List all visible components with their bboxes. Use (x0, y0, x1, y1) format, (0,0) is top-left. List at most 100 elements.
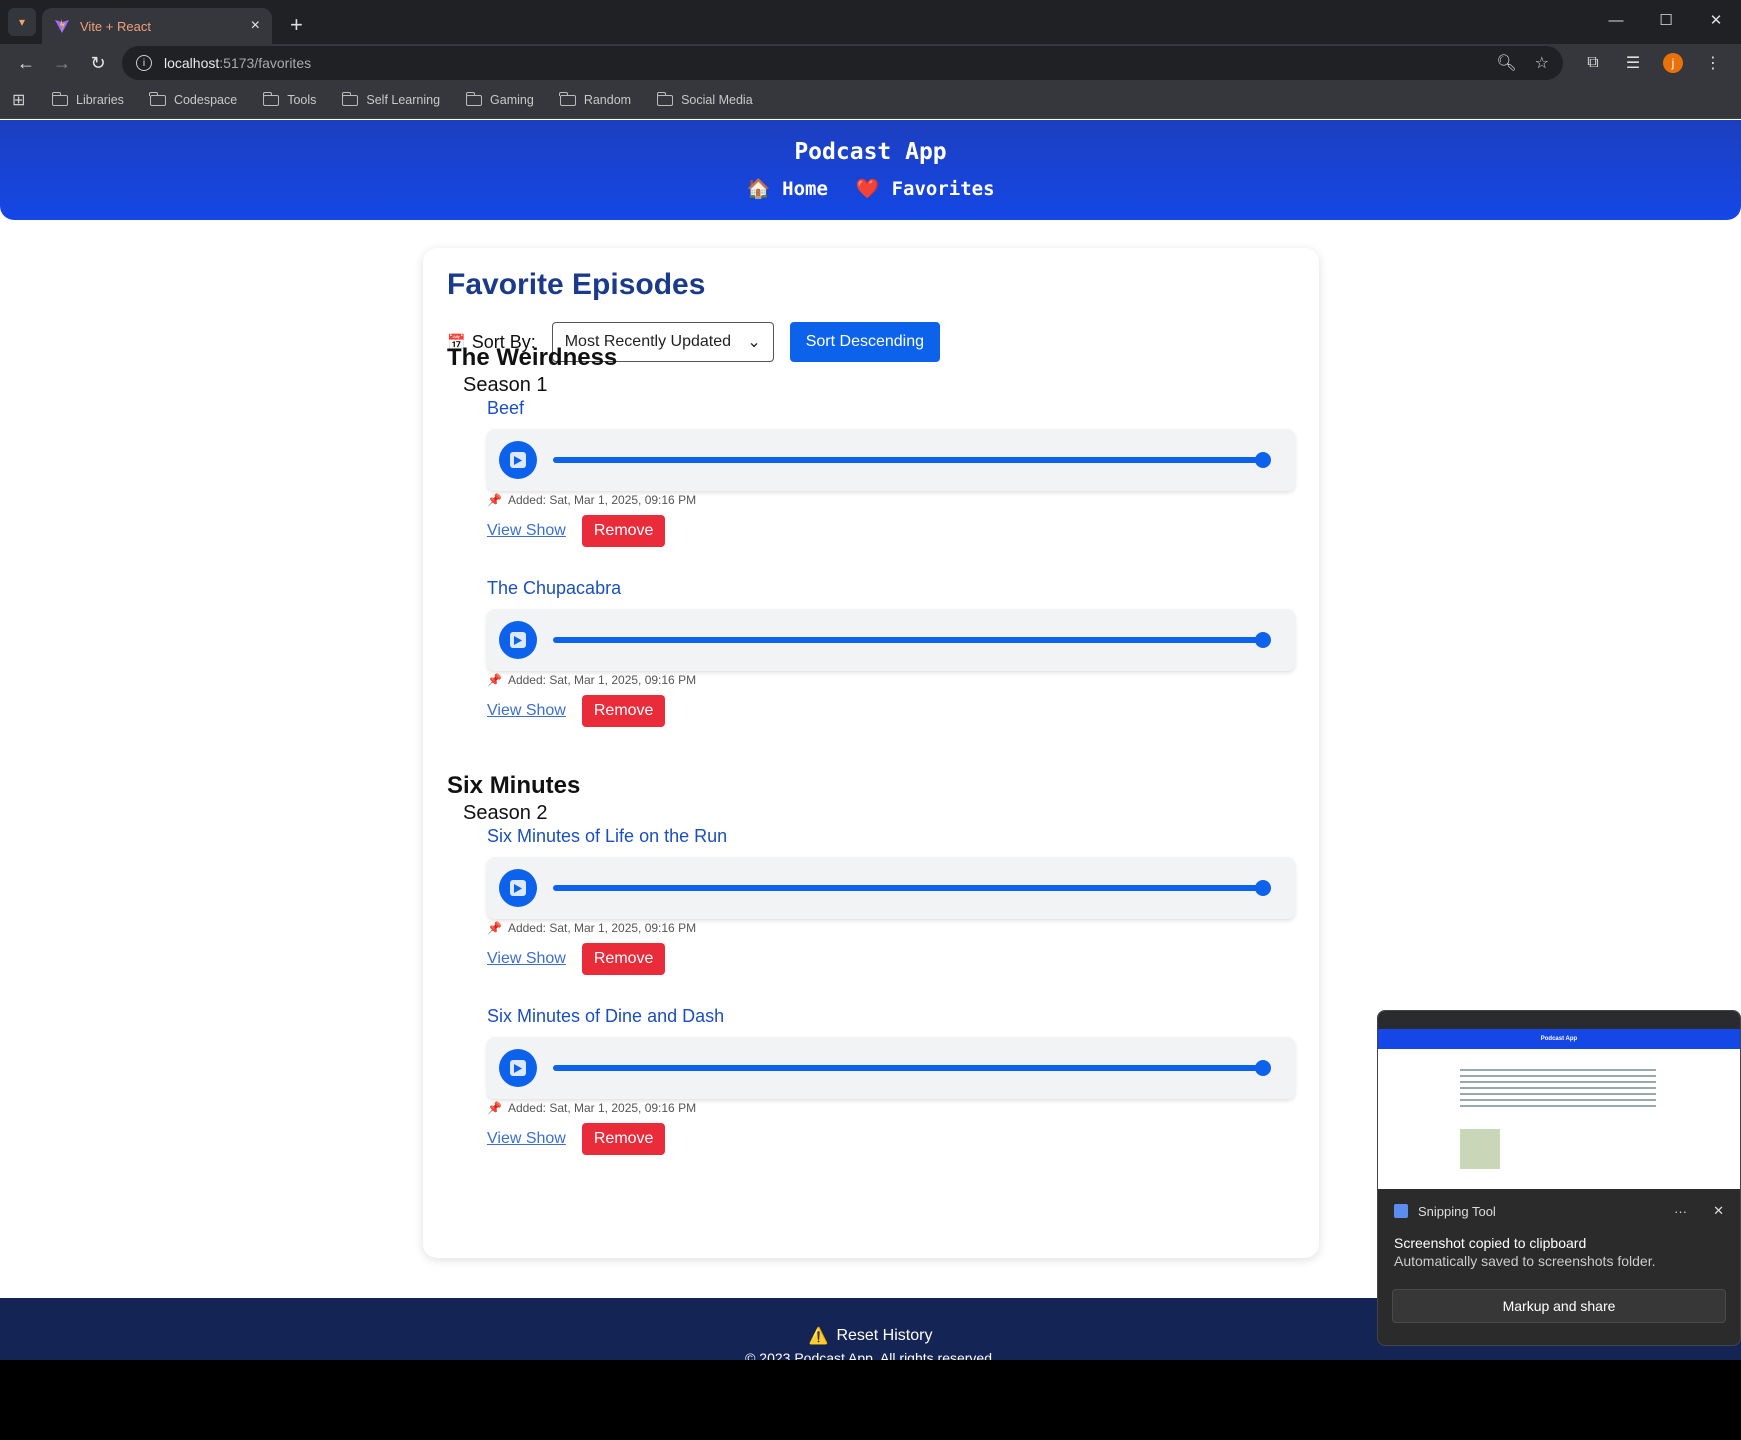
show-title: Six Minutes (447, 772, 581, 799)
bookmark-folder[interactable]: Libraries (51, 91, 124, 107)
bookmark-label: Social Media (681, 93, 753, 107)
tab-search-icon[interactable]: ▾ (8, 8, 36, 36)
tab-close-icon[interactable]: × (251, 17, 260, 35)
added-date: 📌 Added: Sat, Mar 1, 2025, 09:16 PM (487, 921, 696, 935)
profile-avatar[interactable]: j (1663, 53, 1683, 73)
show-title: The Weirdness (447, 344, 618, 371)
episode-title[interactable]: Six Minutes of Life on the Run (487, 826, 727, 847)
url-field[interactable]: i localhost :5173/favorites 🔍︎ ☆ (122, 46, 1563, 80)
close-icon[interactable]: ✕ (1713, 1203, 1724, 1219)
play-icon (510, 452, 526, 468)
bookmark-folder[interactable]: Codespace (149, 91, 238, 107)
season-title: Season 2 (463, 802, 548, 824)
zoom-icon[interactable]: 🔍︎ (1496, 53, 1516, 73)
nav-home[interactable]: 🏠 Home (746, 177, 827, 201)
bookmark-folder[interactable]: Tools (262, 91, 317, 107)
new-tab-button[interactable]: + (290, 12, 303, 38)
bookmark-folder[interactable]: Social Media (656, 91, 753, 107)
apps-grid-icon[interactable]: ⊞ (12, 90, 40, 110)
remove-button[interactable]: Remove (581, 943, 666, 975)
play-icon (510, 1060, 526, 1076)
close-window-icon[interactable]: ✕ (1691, 0, 1741, 40)
bookmark-folder[interactable]: Random (559, 91, 632, 107)
play-button[interactable] (499, 621, 537, 659)
more-options-icon[interactable]: ··· (1674, 1204, 1687, 1219)
remove-button[interactable]: Remove (581, 1123, 666, 1155)
added-date: 📌 Added: Sat, Mar 1, 2025, 09:16 PM (487, 673, 696, 687)
progress-handle[interactable] (1255, 1060, 1271, 1076)
view-show-link[interactable]: View Show (487, 1130, 566, 1148)
browser-tab[interactable]: Vite + React × (42, 8, 272, 44)
forward-icon[interactable]: → (44, 53, 80, 74)
bookmark-folder[interactable]: Gaming (465, 91, 534, 107)
episode-title[interactable]: The Chupacabra (487, 578, 621, 599)
season-title: Season 1 (463, 374, 548, 396)
progress-handle[interactable] (1255, 632, 1271, 648)
progress-slider[interactable] (553, 452, 1271, 468)
episode-title[interactable]: Six Minutes of Dine and Dash (487, 1006, 724, 1027)
pin-icon: 📌 (487, 1101, 502, 1115)
pin-icon: 📌 (487, 673, 502, 687)
folder-icon (341, 91, 359, 106)
view-show-link[interactable]: View Show (487, 950, 566, 968)
play-icon (510, 880, 526, 896)
snipping-tool-icon (1394, 1204, 1408, 1218)
extensions-icon[interactable]: ⧉ (1573, 54, 1613, 72)
back-icon[interactable]: ← (8, 53, 44, 74)
app-title: Podcast App (794, 139, 947, 165)
tab-title: Vite + React (80, 18, 151, 34)
progress-handle[interactable] (1255, 880, 1271, 896)
more-menu-icon[interactable]: ⋮ (1693, 53, 1733, 73)
folder-icon (559, 91, 576, 106)
url-path: :5173/favorites (219, 55, 312, 71)
main-nav: 🏠 Home ❤️ Favorites (0, 177, 1741, 201)
tab-bar: ▾ Vite + React × + — ☐ ✕ (0, 0, 1741, 44)
added-date: 📌 Added: Sat, Mar 1, 2025, 09:16 PM (487, 1101, 696, 1115)
bookmark-label: Self Learning (366, 93, 441, 107)
view-show-link[interactable]: View Show (487, 702, 566, 720)
favorites-card: Favorite Episodes 📅 Sort By: Most Recent… (423, 248, 1319, 1258)
progress-slider[interactable] (553, 632, 1271, 648)
thumbnail-header: Podcast App (1378, 1029, 1740, 1049)
house-icon: 🏠 (746, 178, 771, 200)
remove-button[interactable]: Remove (581, 515, 666, 547)
folder-icon (51, 91, 68, 106)
screenshot-thumbnail[interactable]: Podcast App (1378, 1011, 1740, 1189)
vite-logo-icon (55, 19, 69, 33)
play-button[interactable] (499, 441, 537, 479)
maximize-icon[interactable]: ☐ (1641, 0, 1691, 40)
view-show-link[interactable]: View Show (487, 522, 566, 540)
added-text: Added: Sat, Mar 1, 2025, 09:16 PM (507, 493, 697, 507)
markup-and-share-button[interactable]: Markup and share (1392, 1289, 1726, 1323)
bookmark-folder[interactable]: Self Learning (341, 91, 441, 107)
added-text: Added: Sat, Mar 1, 2025, 09:16 PM (507, 673, 697, 687)
audio-player (487, 609, 1295, 671)
site-info-icon[interactable]: i (136, 55, 152, 71)
nav-favorites[interactable]: ❤️ Favorites (856, 177, 995, 201)
progress-slider[interactable] (553, 1060, 1271, 1076)
minimize-icon[interactable]: — (1591, 0, 1641, 40)
bookmark-label: Libraries (76, 93, 124, 107)
episode-actions: View Show Remove (487, 695, 666, 727)
bookmark-label: Gaming (490, 93, 534, 107)
play-icon (510, 632, 526, 648)
play-button[interactable] (499, 1049, 537, 1087)
url-host: localhost (164, 55, 220, 71)
media-controls-icon[interactable]: ☰ (1613, 53, 1653, 73)
progress-slider[interactable] (553, 880, 1271, 896)
chevron-down-icon: ⌄ (747, 334, 761, 351)
episode-actions: View Show Remove (487, 943, 666, 975)
page-title: Favorite Episodes (447, 268, 706, 301)
audio-player (487, 429, 1295, 491)
sort-order-button[interactable]: Sort Descending (789, 322, 941, 362)
episode-title[interactable]: Beef (487, 398, 524, 419)
bookmark-label: Codespace (173, 93, 238, 107)
bookmark-label: Random (583, 93, 632, 107)
added-text: Added: Sat, Mar 1, 2025, 09:16 PM (507, 921, 697, 935)
remove-button[interactable]: Remove (581, 695, 666, 727)
bookmark-label: Tools (287, 93, 317, 107)
bookmark-star-icon[interactable]: ☆ (1535, 53, 1549, 73)
reload-icon[interactable]: ↻ (80, 53, 116, 74)
progress-handle[interactable] (1255, 452, 1271, 468)
play-button[interactable] (499, 869, 537, 907)
